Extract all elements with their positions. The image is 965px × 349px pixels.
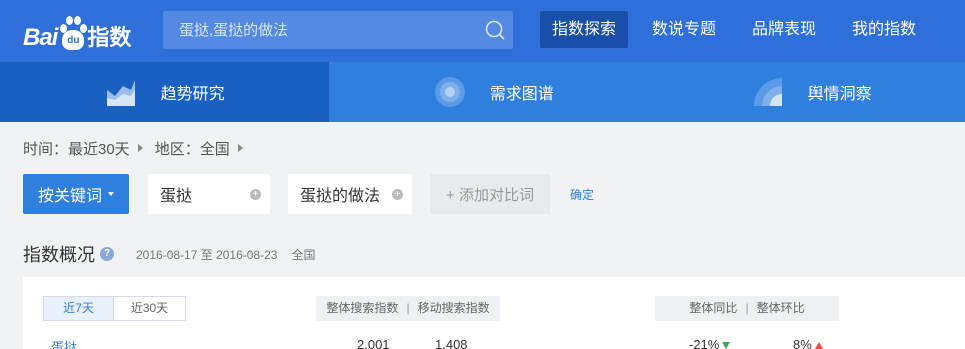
baidu-index-logo[interactable]: Bai du 指数 (23, 10, 131, 52)
tab-demand-graph-label: 需求图谱 (489, 86, 554, 103)
dropdown-arrow-icon (108, 192, 114, 196)
radar-icon (434, 77, 465, 107)
date-range: 2016-08-17 至 2016-08-23 (136, 247, 278, 262)
search-input[interactable] (163, 11, 473, 49)
help-icon[interactable]: ? (100, 247, 114, 261)
keyword-chip[interactable]: 蛋挞 + (148, 174, 270, 214)
row-keyword[interactable]: 蛋挞 (51, 337, 77, 349)
filter-bar: 时间：最近30天 地区：全国 (23, 137, 255, 159)
logo-paw-text: du (62, 30, 85, 50)
main-nav: 指数探索 数说专题 品牌表现 我的指数 (540, 11, 940, 48)
caret-right-icon (237, 144, 243, 152)
keyword-chip[interactable]: 蛋挞的做法 + (288, 174, 412, 214)
logo-bai-text: Bai (23, 24, 58, 51)
keyword-row: 按关键词 蛋挞 + 蛋挞的做法 + + 添加对比词 确定 (23, 174, 594, 214)
change-header: 整体同比 | 整体环比 (655, 296, 839, 321)
search-box (163, 11, 513, 49)
add-compare-button[interactable]: + 添加对比词 (430, 174, 550, 214)
arrow-up-icon (814, 342, 823, 349)
confirm-link[interactable]: 确定 (570, 186, 594, 203)
region-filter[interactable]: 地区：全国 (155, 138, 230, 159)
logo-suffix: 指数 (87, 25, 132, 50)
plus-circle-icon[interactable]: + (250, 189, 261, 200)
tab-30-days[interactable]: 近30天 (114, 297, 185, 320)
keyword-mode-button[interactable]: 按关键词 (23, 174, 129, 214)
tab-trend-research[interactable]: 趋势研究 (0, 62, 330, 122)
range-tabs: 近7天 近30天 (43, 296, 186, 321)
sub-nav: 趋势研究 需求图谱 舆情洞察 (0, 62, 965, 122)
area-chart-icon (106, 80, 135, 106)
tab-demand-graph[interactable]: 需求图谱 (329, 62, 658, 122)
nav-brand-performance[interactable]: 品牌表现 (740, 11, 828, 48)
table-row: 蛋挞 2,001 1,408 -21% 8% (23, 337, 965, 349)
signal-icon (753, 78, 782, 106)
mom-value: 8% (793, 337, 823, 349)
time-filter[interactable]: 时间：最近30天 (23, 138, 130, 159)
mobile-value: 1,408 (435, 337, 468, 349)
yoy-value: -21% (689, 337, 731, 349)
overview-title: 指数概况 (23, 245, 95, 265)
search-icon[interactable] (484, 19, 506, 41)
header-separator: | (406, 301, 410, 315)
overview-panel: 近7天 近30天 整体搜索指数 | 移动搜索指数 整体同比 | 整体环比 蛋挞 2,00… (23, 277, 965, 349)
overall-value: 2,001 (357, 337, 390, 349)
keyword-text: 蛋挞 (160, 188, 193, 205)
arrow-down-icon (722, 342, 731, 349)
header-separator: | (745, 301, 749, 315)
tab-7-days[interactable]: 近7天 (44, 297, 114, 320)
mom-header: 整体环比 (756, 301, 805, 315)
region-text: 全国 (291, 247, 316, 262)
keyword-mode-label: 按关键词 (37, 188, 102, 205)
tab-sentiment-insight[interactable]: 舆情洞察 (658, 62, 965, 122)
yoy-header: 整体同比 (689, 301, 738, 315)
mobile-search-index-header: 移动搜索指数 (417, 301, 490, 315)
search-index-header: 整体搜索指数 | 移动搜索指数 (316, 296, 500, 321)
caret-right-icon (137, 144, 143, 152)
keyword-text: 蛋挞的做法 (300, 188, 381, 205)
overall-search-index-header: 整体搜索指数 (326, 301, 399, 315)
nav-index-explore[interactable]: 指数探索 (540, 11, 629, 48)
nav-data-topics[interactable]: 数说专题 (640, 11, 728, 48)
nav-my-index[interactable]: 我的指数 (840, 11, 928, 48)
yoy-text: -21% (689, 337, 720, 349)
plus-circle-icon[interactable]: + (392, 189, 403, 200)
paw-icon: du (58, 12, 88, 52)
mom-text: 8% (793, 337, 812, 349)
top-bar: Bai du 指数 指数探索 数说专题 品牌表现 我的指数 (0, 0, 965, 62)
tab-trend-research-label: 趋势研究 (160, 86, 225, 103)
tab-sentiment-insight-label: 舆情洞察 (807, 86, 872, 103)
overview-header: 指数概况 ? 2016-08-17 至 2016-08-23 全国 (23, 241, 315, 267)
